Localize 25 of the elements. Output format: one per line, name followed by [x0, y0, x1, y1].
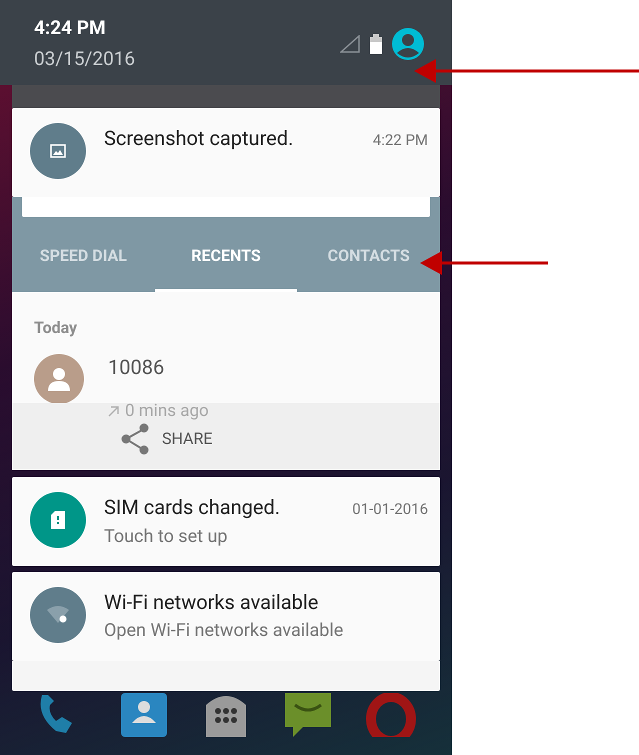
notification-title: SIM cards changed.	[104, 494, 280, 520]
notification-time: 01-01-2016	[352, 499, 428, 520]
battery-icon	[370, 34, 382, 54]
share-button[interactable]: SHARE	[120, 423, 212, 455]
notification-card[interactable]: Wi-Fi networks available Open Wi-Fi networks available	[12, 572, 440, 661]
notification-text: Touch to set up	[104, 524, 229, 548]
chat-bubble-icon[interactable]	[283, 693, 334, 737]
notification-text: Open Wi-Fi networks available	[104, 619, 344, 643]
notification-card[interactable]: SIM cards changed. 01-01-2016 Touch to set up	[12, 477, 440, 566]
phone-number: 10086	[108, 354, 164, 381]
call-time: 0 mins ago	[125, 404, 209, 418]
section-header: Today	[34, 317, 78, 339]
search-field[interactable]	[22, 197, 430, 217]
arrow-icon	[414, 58, 639, 84]
contacts-icon[interactable]	[118, 693, 169, 737]
notification-card[interactable]: Screenshot captured. 4:22 PM	[12, 108, 440, 197]
signal-icon	[340, 35, 360, 53]
arrow-icon	[420, 250, 548, 276]
notification-title: Wi-Fi networks available	[104, 589, 318, 615]
outgoing-call-icon	[108, 406, 119, 416]
user-icon[interactable]	[392, 28, 424, 60]
notification-time: 4:22 PM	[372, 130, 428, 151]
date-text: 03/15/2016	[34, 47, 136, 71]
notification-title: Screenshot captured.	[104, 125, 294, 151]
time-text: 4:24 PM	[34, 16, 107, 40]
